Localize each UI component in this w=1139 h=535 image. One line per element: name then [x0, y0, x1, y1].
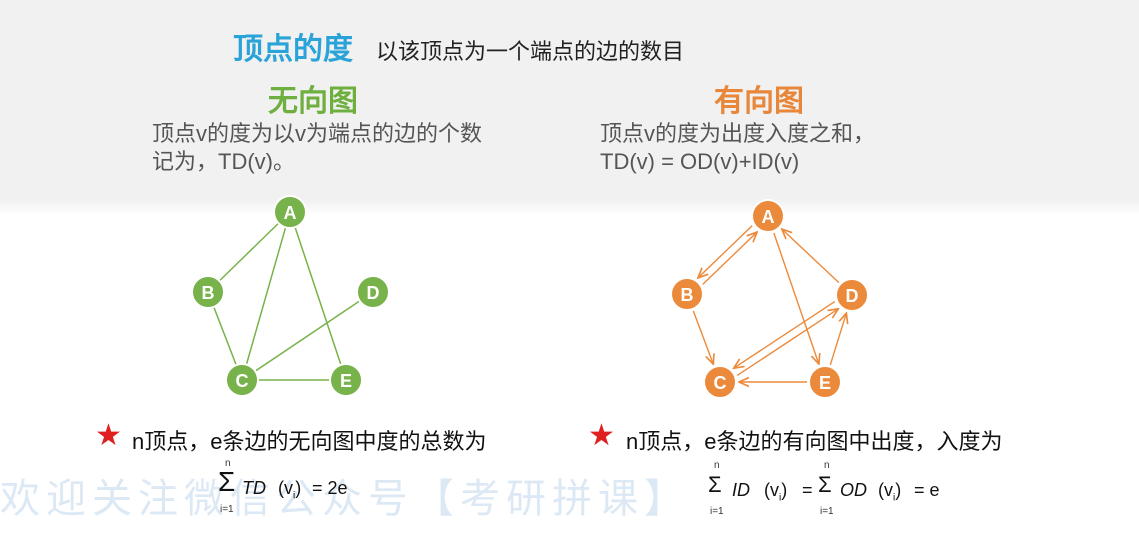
- undirected-edge-a-e: [289, 211, 347, 381]
- id-argument: (vi): [764, 480, 788, 504]
- undirected-node-label: E: [340, 371, 352, 391]
- sum2-lower-limit: i=1: [820, 506, 834, 517]
- undirected-node-d: D: [356, 275, 390, 309]
- id-function: ID: [732, 480, 750, 500]
- directed-node-a: A: [751, 199, 785, 233]
- undirected-node-label: C: [236, 371, 249, 391]
- undirected-graph: A B C D E: [191, 195, 390, 397]
- directed-statement: n顶点，e条边的有向图中出度，入度为: [626, 429, 1003, 454]
- directed-node-label: C: [714, 373, 727, 393]
- directed-node-c: C: [703, 365, 737, 399]
- undirected-node-a: A: [273, 195, 307, 229]
- od-argument: (vi): [878, 480, 902, 504]
- sum1-lower-limit: i=1: [710, 506, 724, 517]
- td-argument: (vi): [278, 478, 302, 502]
- sum1-upper-limit: n: [714, 460, 720, 471]
- sigma-icon: Σ: [218, 466, 236, 497]
- directed-arc-b-a: [702, 232, 757, 285]
- directed-arc-e-d: [829, 313, 846, 366]
- directed-node-b: B: [670, 277, 704, 311]
- undirected-edge-a-b: [207, 211, 291, 293]
- td-function: TD: [242, 478, 266, 498]
- undirected-node-label: B: [202, 283, 215, 303]
- directed-arc-d-c: [734, 300, 836, 369]
- directed-graph: A B C D E: [670, 199, 869, 399]
- star-icon: ★: [588, 419, 615, 452]
- directed-arc-a-e: [773, 232, 819, 364]
- directed-arc-d-a: [782, 229, 840, 284]
- star-icon: ★: [95, 419, 122, 452]
- directed-formula: n Σ i=1 ID (vi) = n Σ i=1 OD (vi) = e: [706, 458, 966, 520]
- sum2-upper-limit: n: [824, 460, 830, 471]
- sum-lower-limit: i=1: [220, 504, 234, 515]
- directed-node-e: E: [808, 365, 842, 399]
- directed-node-label: D: [846, 286, 859, 306]
- undirected-edge-a-c: [241, 211, 291, 381]
- directed-node-label: B: [681, 285, 694, 305]
- directed-node-label: A: [762, 207, 775, 227]
- sigma-icon: Σ: [708, 472, 722, 497]
- directed-node-label: E: [819, 373, 831, 393]
- undirected-node-label: D: [367, 283, 380, 303]
- sigma-icon: Σ: [818, 472, 832, 497]
- undirected-node-label: A: [284, 203, 297, 223]
- undirected-node-b: B: [191, 275, 225, 309]
- od-function: OD: [840, 480, 867, 500]
- equals-sign: =: [802, 480, 813, 500]
- undirected-formula: n Σ i=1 TD (vi) = 2e: [216, 458, 366, 518]
- undirected-statement: n顶点，e条边的无向图中度的总数为: [132, 429, 487, 454]
- directed-node-d: D: [835, 278, 869, 312]
- td-result: = 2e: [312, 478, 348, 498]
- od-result: = e: [914, 480, 940, 500]
- directed-arc-a-b: [698, 225, 753, 278]
- undirected-node-e: E: [329, 363, 363, 397]
- undirected-node-c: C: [225, 363, 259, 397]
- directed-arc-b-c: [692, 310, 713, 364]
